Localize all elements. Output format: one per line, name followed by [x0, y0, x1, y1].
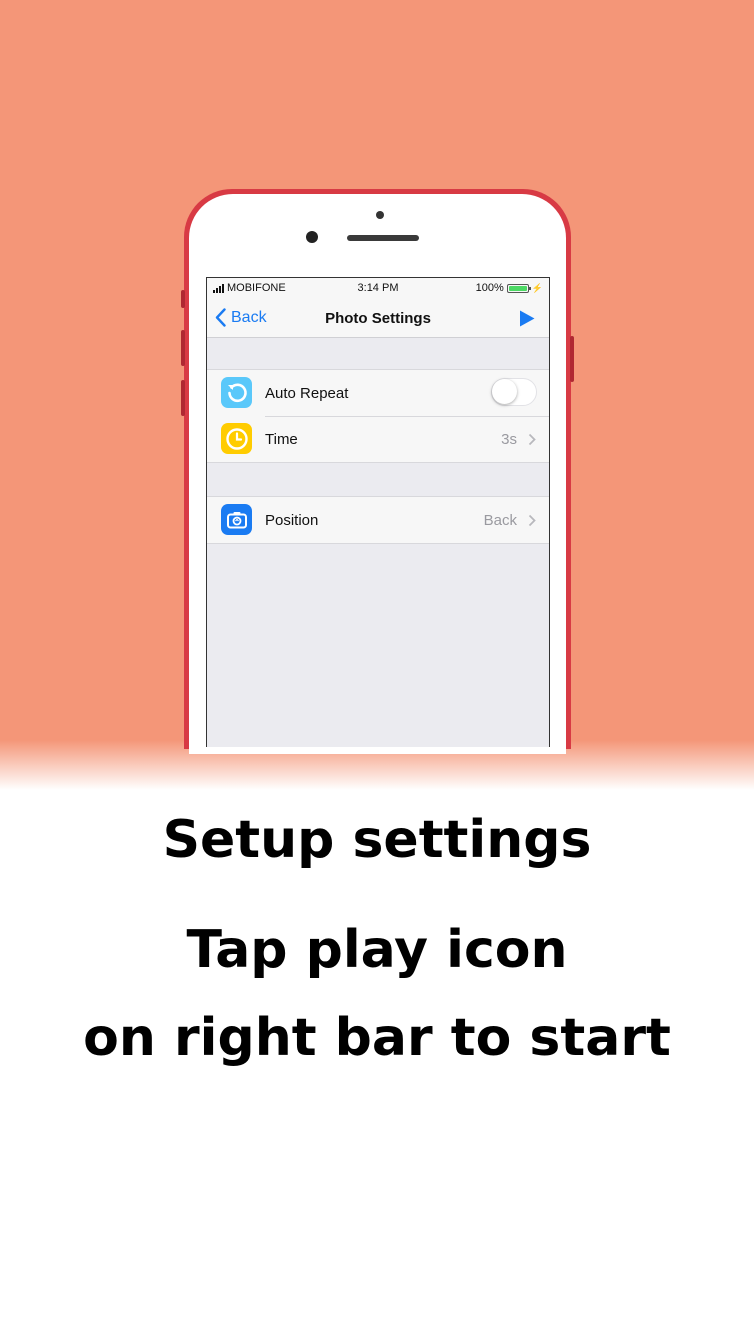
earpiece-speaker: [347, 235, 419, 241]
front-camera: [306, 231, 318, 243]
caption-line-2: on right bar to start: [83, 1008, 671, 1068]
navigation-bar: Back Photo Settings: [207, 300, 549, 338]
play-icon: [520, 310, 535, 327]
time-value: 3s: [501, 430, 517, 448]
power-button: [570, 336, 574, 382]
caption-heading: Setup settings: [162, 810, 592, 870]
phone-screen: MOBIFONE 3:14 PM 100% ⚡ Back Photo Setti…: [206, 277, 550, 747]
position-value: Back: [483, 511, 517, 529]
chevron-right-icon: [528, 514, 536, 526]
position-label: Position: [265, 511, 319, 529]
volume-down-button: [181, 380, 185, 416]
chevron-right-icon: [528, 433, 536, 445]
auto-repeat-label: Auto Repeat: [265, 384, 349, 402]
clock-icon: [221, 423, 252, 454]
status-bar: MOBIFONE 3:14 PM 100% ⚡: [207, 278, 549, 300]
play-button[interactable]: [519, 310, 535, 332]
time-label: Time: [265, 430, 298, 448]
volume-up-button: [181, 330, 185, 366]
settings-group-camera: Position Back: [207, 496, 549, 544]
settings-group-playback: Auto Repeat Time 3s: [207, 369, 549, 463]
auto-repeat-toggle[interactable]: [491, 378, 537, 406]
auto-repeat-row: Auto Repeat: [207, 370, 549, 416]
camera-switch-icon: [221, 504, 252, 535]
battery-percent: 100%: [475, 282, 504, 294]
repeat-icon: [221, 377, 252, 408]
caption-line-1: Tap play icon: [186, 920, 568, 980]
charging-icon: ⚡: [531, 282, 543, 293]
mute-switch: [181, 290, 185, 308]
proximity-sensor: [376, 211, 384, 219]
position-row[interactable]: Position Back: [207, 497, 549, 543]
time-row[interactable]: Time 3s: [207, 416, 549, 462]
page-title: Photo Settings: [325, 310, 431, 327]
battery-icon: [506, 283, 531, 293]
